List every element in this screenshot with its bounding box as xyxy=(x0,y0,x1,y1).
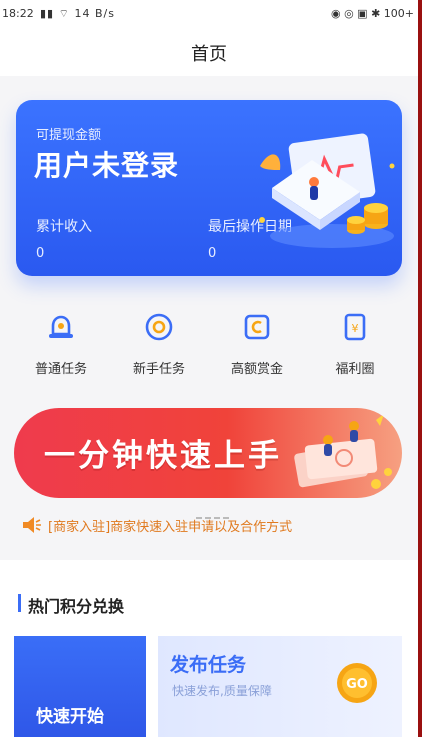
publish-task-subtitle: 快速发布,质量保障 xyxy=(172,684,272,698)
banner-pagination xyxy=(196,504,236,519)
quick-entry-label: 新手任务 xyxy=(132,362,185,377)
speaker-icon xyxy=(23,517,41,533)
go-label: GO xyxy=(346,677,368,692)
quick-entry-welfare-circle[interactable]: ¥ 福利圈 xyxy=(310,310,400,377)
right-edge-strip xyxy=(418,0,422,737)
money-illustration-icon xyxy=(294,414,392,489)
bell-icon xyxy=(49,315,73,338)
quick-entry-high-reward[interactable]: 高额赏金 xyxy=(212,310,302,377)
quick-entry-label: 高额赏金 xyxy=(230,362,283,377)
wifi-icon: ⌔ xyxy=(58,7,70,20)
login-status-value[interactable]: 用户未登录 xyxy=(34,144,179,184)
go-button[interactable]: GO xyxy=(334,660,380,706)
status-icons: ◉ ◎ ▣ ✱ 100+ xyxy=(330,7,414,20)
svg-text:¥: ¥ xyxy=(352,322,359,335)
signal-icon: ▮▮ xyxy=(40,7,55,20)
publish-task-tile[interactable]: 发布任务 快速发布,质量保障 GO xyxy=(158,636,402,737)
section-title-accent xyxy=(18,594,21,612)
page-title: 首页 xyxy=(191,44,227,65)
quick-start-tile[interactable]: 快速开始 xyxy=(14,636,146,737)
publish-task-title: 发布任务 xyxy=(170,654,247,676)
page-header: 首页 xyxy=(0,26,418,76)
section-title: 热门积分兑换 xyxy=(28,597,125,616)
cumulative-income-value: 0 xyxy=(36,246,45,261)
withdrawable-label: 可提现金额 xyxy=(36,128,102,143)
wallet-illustration-icon xyxy=(259,133,395,248)
cumulative-income-label: 累计收入 xyxy=(36,219,92,235)
quick-entry-normal-task[interactable]: 普通任务 xyxy=(16,310,106,377)
quick-entry-grid: 普通任务 新手任务 高额赏金 ¥ 福利圈 xyxy=(0,310,418,390)
balance-card[interactable]: 可提现金额 用户未登录 累计收入 0 最后操作日期 0 xyxy=(16,100,402,276)
network-speed-text: 14 B/s xyxy=(74,7,115,20)
notice-text: [商家入驻]商家快速入驻申请以及合作方式 xyxy=(48,520,293,535)
quick-entry-label: 福利圈 xyxy=(335,362,375,377)
app-screen: 18:22 ▮▮ ⌔ 14 B/s ◉ ◎ ▣ ✱ 100+ 首页 可提现金额 … xyxy=(0,0,418,737)
status-bar: 18:22 ▮▮ ⌔ 14 B/s ◉ ◎ ▣ ✱ 100+ xyxy=(0,0,418,26)
notice-bar[interactable]: [商家入驻]商家快速入驻申请以及合作方式 xyxy=(22,514,402,538)
quick-entry-newbie-task[interactable]: 新手任务 xyxy=(114,310,204,377)
banner-text: 一分钟快速上手 xyxy=(44,438,282,474)
status-time: 18:22 xyxy=(2,7,34,20)
status-network-speed: ▮▮ ⌔ 14 B/s xyxy=(40,7,115,21)
quick-entry-label: 普通任务 xyxy=(34,362,87,377)
coin-box-icon xyxy=(244,314,270,340)
promo-banner[interactable]: 一分钟快速上手 xyxy=(14,408,402,498)
quick-start-text: 快速开始 xyxy=(36,707,104,727)
gift-tag-icon: ¥ xyxy=(344,313,366,341)
target-icon xyxy=(145,313,173,341)
last-operation-date-value: 0 xyxy=(208,246,217,261)
